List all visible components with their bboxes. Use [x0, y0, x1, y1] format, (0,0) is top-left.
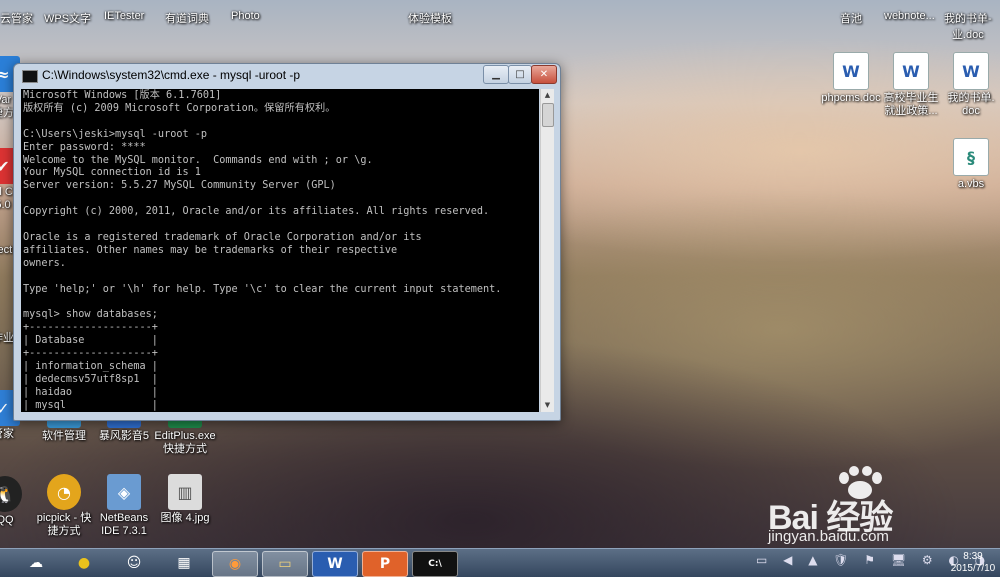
netbeans-icon: ◈ [107, 474, 141, 510]
cmd-icon[interactable]: C:\ [412, 551, 458, 577]
wangwang-icon[interactable]: ☺ [112, 551, 156, 575]
clock-date: 2015/7/10 [950, 563, 996, 574]
scroll-thumb[interactable] [542, 103, 554, 127]
console-output[interactable]: Microsoft Windows [版本 6.1.7601] 版权所有 (c)… [21, 89, 539, 412]
clock[interactable]: 8:39 2015/7/10 [948, 551, 998, 575]
word-doc-icon: W [953, 52, 989, 90]
desktop-icon-label[interactable]: Photo [231, 10, 260, 22]
desktop-icon-label[interactable]: 音池 [840, 10, 862, 26]
minimize-button[interactable]: ▁ [483, 65, 509, 84]
word-doc-icon: W [833, 52, 869, 90]
qq-icon: 🐧 [0, 476, 22, 512]
image-file-icon: ▥ [168, 474, 202, 510]
wps-presentation-icon[interactable]: P [362, 551, 408, 577]
baidu-cloud-icon[interactable]: ☁ [14, 551, 58, 575]
desktop-icon-label[interactable]: 有道词典 [165, 10, 209, 26]
clock-time: 8:39 [963, 551, 983, 562]
desktop-icon-label[interactable]: 体验模板 [408, 10, 452, 26]
console-text: Microsoft Windows [版本 6.1.7601] 版权所有 (c)… [23, 90, 502, 411]
firefox-icon[interactable]: ◉ [212, 551, 258, 577]
desktop-icon-booklist-doc[interactable]: W 我的书单. doc [936, 52, 1000, 118]
desktop-icon-label[interactable]: 我的书单- 业.doc [944, 10, 992, 42]
cmd-titlebar[interactable]: C:\Windows\system32\cmd.exe - mysql -uro… [14, 64, 560, 88]
vertical-scrollbar[interactable]: ▲ ▼ [540, 89, 554, 412]
cmd-icon [22, 70, 38, 83]
vbs-script-icon: § [953, 138, 989, 176]
scroll-up-arrow-icon[interactable]: ▲ [541, 89, 554, 102]
baidu-jingyan-watermark: Bai 经验 jingyan.baidu.com [768, 466, 998, 546]
scroll-down-arrow-icon[interactable]: ▼ [541, 399, 554, 412]
desktop-icon-label[interactable]: webnote... [884, 10, 935, 22]
file-explorer-icon[interactable]: ▭ [262, 551, 308, 577]
word-doc-icon: W [893, 52, 929, 90]
desktop-icon-label[interactable]: IETester [104, 10, 144, 22]
desktop-icon-vbs-script[interactable]: § a.vbs [936, 138, 1000, 191]
cmd-window[interactable]: C:\Windows\system32\cmd.exe - mysql -uro… [13, 63, 561, 421]
desktop-icon-label[interactable]: WPS文字 [44, 10, 91, 26]
watermark-url: jingyan.baidu.com [768, 528, 889, 545]
close-button[interactable]: ✕ [531, 65, 557, 84]
wps-writer-icon[interactable]: W [312, 551, 358, 577]
maximize-button[interactable]: □ [508, 65, 532, 84]
browser-icon[interactable]: ● [62, 551, 106, 575]
cmd-window-title: C:\Windows\system32\cmd.exe - mysql -uro… [42, 68, 301, 82]
desktop-icon-image-file[interactable]: ▥ 图像 4.jpg [150, 474, 220, 525]
picpick-icon: ◔ [47, 474, 81, 510]
desktop-icon-label[interactable]: 云管家 [0, 10, 33, 26]
taskbar: ☁ ● ☺ ▦ ◉ ▭ W P C:\ ▭ ◀ ▲ 🛡 ⚑ 🖥 ⚙ ◐ ◑ 8:… [0, 548, 1000, 577]
calculator-icon[interactable]: ▦ [162, 551, 206, 575]
desktop-icon-netbeans[interactable]: ◈ NetBeans IDE 7.3.1 [89, 474, 159, 538]
